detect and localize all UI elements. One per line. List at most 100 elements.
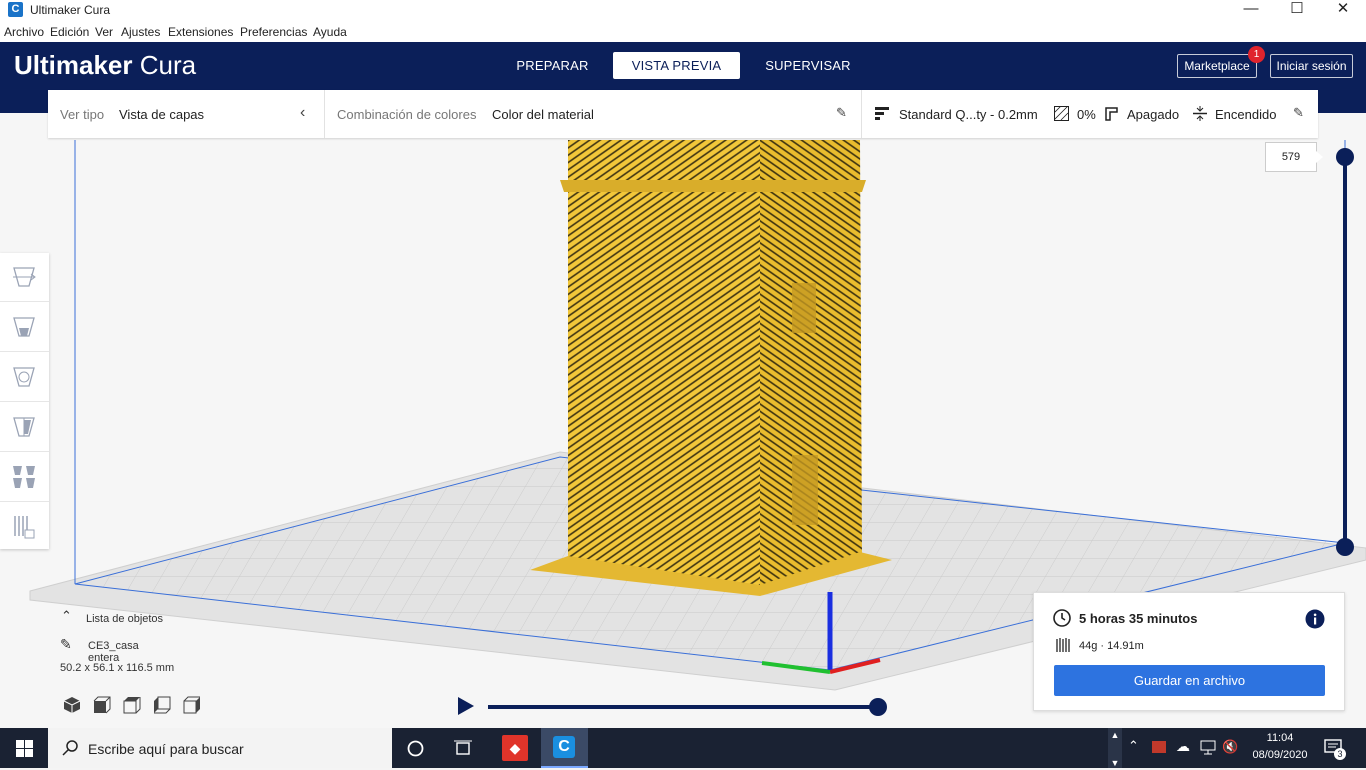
cortana-icon[interactable] xyxy=(407,740,424,757)
save-to-file-button[interactable]: Guardar en archivo xyxy=(1054,665,1325,696)
onedrive-icon[interactable]: ☁ xyxy=(1176,738,1190,755)
brand-logo: Ultimaker Cura xyxy=(14,50,196,81)
clock-time[interactable]: 11:04 xyxy=(1264,732,1296,744)
rotate-tool-button[interactable] xyxy=(0,353,49,402)
divider xyxy=(861,90,862,138)
tab-vista-previa[interactable]: VISTA PREVIA xyxy=(613,52,740,79)
menu-extensiones[interactable]: Extensiones xyxy=(168,25,233,39)
signin-button[interactable]: Iniciar sesión xyxy=(1270,54,1353,78)
brand-light: Cura xyxy=(139,50,197,80)
tray-app-icon[interactable] xyxy=(1152,741,1166,753)
adhesion-icon xyxy=(1193,106,1207,121)
pencil-icon[interactable]: ✎ xyxy=(1293,105,1304,121)
view-type-value[interactable]: Vista de capas xyxy=(119,107,204,122)
object-list-header[interactable]: ⌃ Lista de objetos xyxy=(58,608,172,628)
layer-slider-top-handle[interactable] xyxy=(1336,148,1354,166)
adhesion-value[interactable]: Encendido xyxy=(1215,107,1276,122)
move-tool-button[interactable] xyxy=(0,253,49,302)
marketplace-button[interactable]: Marketplace xyxy=(1177,54,1257,78)
right-view-icon[interactable] xyxy=(182,696,202,714)
pencil-icon: ✎ xyxy=(60,636,72,652)
object-name: CE3_casa entera xyxy=(88,640,139,664)
minimize-button[interactable]: — xyxy=(1228,0,1274,22)
window-title: Ultimaker Cura xyxy=(30,3,111,17)
3d-view-icon[interactable] xyxy=(62,696,82,714)
search-icon xyxy=(62,740,78,756)
chevron-up-icon: ⌃ xyxy=(61,608,72,623)
view-type-label: Ver tipo xyxy=(60,107,105,122)
taskbar-search[interactable]: Escribe aquí para buscar xyxy=(48,728,392,768)
network-icon[interactable] xyxy=(1200,740,1216,755)
maximize-button[interactable]: ☐ xyxy=(1274,0,1320,22)
tab-supervisar[interactable]: SUPERVISAR xyxy=(758,52,858,79)
brand-bold: Ultimaker xyxy=(14,50,133,80)
marketplace-badge: 1 xyxy=(1248,46,1265,63)
simulation-slider-track[interactable] xyxy=(488,705,880,709)
windows-start-icon[interactable] xyxy=(16,740,33,757)
mirror-icon xyxy=(13,417,35,437)
menu-edicion[interactable]: Edición xyxy=(50,25,89,39)
menu-preferencias[interactable]: Preferencias xyxy=(240,25,307,39)
per-model-settings-icon xyxy=(13,466,35,488)
play-icon[interactable] xyxy=(458,697,474,715)
model-left-face xyxy=(568,140,760,592)
left-view-icon[interactable] xyxy=(152,696,172,714)
simulation-slider-handle[interactable] xyxy=(869,698,887,716)
cura-icon: C xyxy=(8,2,23,17)
pencil-icon[interactable]: ✎ xyxy=(836,105,847,121)
print-time: 5 horas 35 minutos xyxy=(1079,611,1198,626)
menu-bar: Archivo Edición Ver Ajustes Extensiones … xyxy=(0,22,1366,42)
layer-number-input[interactable]: 579 xyxy=(1265,142,1317,172)
view-settings-bar: Ver tipo Vista de capas ‹ Combinación de… xyxy=(48,90,1318,138)
color-scheme-label: Combinación de colores xyxy=(337,107,477,122)
clock-icon xyxy=(1053,609,1071,627)
chevron-up-icon[interactable]: ⌃ xyxy=(1128,738,1139,754)
scroll-buttons[interactable]: ▲ ▼ xyxy=(1108,728,1122,768)
menu-ver[interactable]: Ver xyxy=(95,25,113,39)
model-window xyxy=(792,455,818,525)
object-dimensions: 50.2 x 56.1 x 116.5 mm xyxy=(60,662,175,674)
material-usage: 44g · 14.91m xyxy=(1079,640,1144,652)
infill-icon xyxy=(1054,106,1069,121)
support-icon xyxy=(1105,107,1118,121)
tab-preparar[interactable]: PREPARAR xyxy=(505,52,600,79)
layer-slider-track[interactable] xyxy=(1343,157,1347,547)
menu-archivo[interactable]: Archivo xyxy=(4,25,44,39)
volume-muted-icon[interactable]: 🔇 xyxy=(1222,739,1238,755)
info-icon[interactable] xyxy=(1305,609,1325,629)
profile-value[interactable]: Standard Q...ty - 0.2mm xyxy=(899,107,1038,122)
support-blocker-button[interactable] xyxy=(0,503,49,552)
profile-icon xyxy=(875,107,889,120)
mirror-tool-button[interactable] xyxy=(0,403,49,452)
menu-ajustes[interactable]: Ajustes xyxy=(121,25,160,39)
per-model-settings-button[interactable] xyxy=(0,453,49,502)
notification-count: 3 xyxy=(1334,748,1346,760)
anydesk-icon[interactable]: ◆ xyxy=(502,735,528,761)
color-scheme-value[interactable]: Color del material xyxy=(492,107,594,122)
task-view-icon[interactable] xyxy=(454,740,472,757)
scale-tool-button[interactable] xyxy=(0,303,49,352)
front-view-icon[interactable] xyxy=(92,696,112,714)
title-bar: C Ultimaker Cura — ☐ ✕ xyxy=(0,0,1366,22)
infill-value[interactable]: 0% xyxy=(1077,107,1096,122)
support-value[interactable]: Apagado xyxy=(1127,107,1179,122)
model-window xyxy=(792,283,816,333)
clock-date[interactable]: 08/09/2020 xyxy=(1250,749,1310,761)
layer-pointer xyxy=(1316,151,1323,163)
menu-ayuda[interactable]: Ayuda xyxy=(313,25,347,39)
scale-icon xyxy=(13,317,35,337)
chevron-left-icon[interactable]: ‹ xyxy=(300,104,305,122)
support-blocker-icon xyxy=(14,516,35,539)
left-toolbar xyxy=(0,253,49,549)
object-list-label: Lista de objetos xyxy=(86,613,164,625)
top-view-icon[interactable] xyxy=(122,696,142,714)
layer-slider-bottom-handle[interactable] xyxy=(1336,538,1354,556)
divider xyxy=(324,90,325,138)
filament-icon xyxy=(1056,638,1070,652)
object-list: ⌃ Lista de objetos ✎ CE3_casa entera 50.… xyxy=(58,608,175,674)
model-cornice xyxy=(560,180,866,192)
cura-icon: C xyxy=(553,736,575,758)
taskbar: Escribe aquí para buscar ◆ C ▲ ▼ ⌃ ☁ 🔇 11… xyxy=(0,728,1366,768)
cura-taskbar-button[interactable]: C xyxy=(541,728,588,768)
close-button[interactable]: ✕ xyxy=(1320,0,1366,22)
